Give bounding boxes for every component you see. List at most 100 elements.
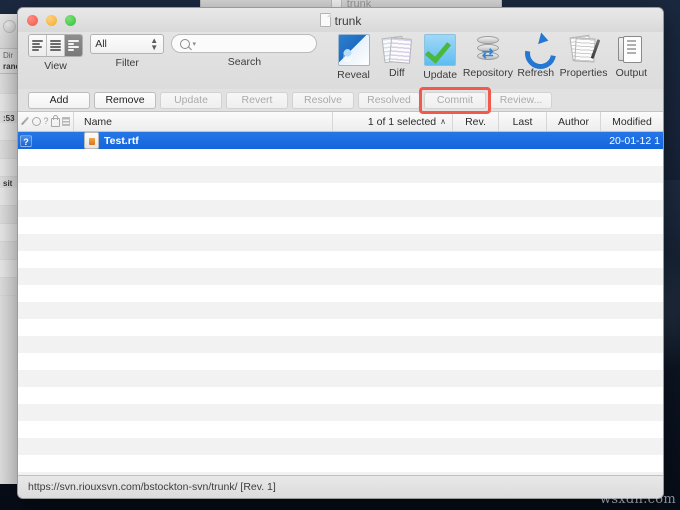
toolbar-label-view: View bbox=[44, 60, 67, 72]
minimize-button-icon[interactable] bbox=[46, 14, 57, 26]
view-mode-flat-icon[interactable] bbox=[29, 35, 47, 56]
table-row-empty[interactable] bbox=[18, 200, 663, 217]
unversioned-status-icon: ? bbox=[20, 134, 32, 147]
table-row-empty[interactable] bbox=[18, 438, 663, 455]
table-row-empty[interactable] bbox=[18, 353, 663, 370]
lock-icon bbox=[50, 115, 60, 127]
unknown-icon: ? bbox=[43, 116, 49, 126]
compact-list-icon bbox=[50, 40, 61, 51]
toolbar-button-update[interactable]: Update bbox=[418, 34, 461, 81]
table-row-empty[interactable] bbox=[18, 251, 663, 268]
remove-button[interactable]: Remove bbox=[94, 91, 156, 109]
table-row-empty[interactable] bbox=[18, 370, 663, 387]
properties-icon bbox=[568, 34, 600, 64]
row-name-cell: Test.rtf bbox=[74, 132, 333, 149]
diff-icon bbox=[381, 34, 412, 64]
table-row-empty[interactable] bbox=[18, 472, 663, 475]
pencil-icon bbox=[21, 117, 30, 126]
column-header-modified[interactable]: Modified bbox=[601, 112, 663, 131]
repository-icon: ⇄ bbox=[473, 34, 503, 64]
detail-list-icon bbox=[68, 40, 79, 51]
view-mode-compact-icon[interactable] bbox=[47, 35, 65, 56]
repository-url-label: https://svn.riouxsvn.com/bstockton-svn/t… bbox=[28, 481, 276, 493]
versions-main-window: trunk View All ▲ ▼ Filter ▾ Search Revea… bbox=[17, 7, 664, 499]
toolbar-label-repository: Repository bbox=[462, 67, 514, 79]
column-header-author-label: Author bbox=[558, 115, 589, 128]
table-row-empty[interactable] bbox=[18, 302, 663, 319]
toolbar-label-diff: Diff bbox=[389, 67, 405, 79]
toolbar-label-search: Search bbox=[227, 56, 262, 68]
action-button-row: Add Remove Update Revert Resolve Resolve… bbox=[18, 86, 663, 114]
toolbar-label-update: Update bbox=[423, 69, 458, 81]
filter-select-value: All bbox=[95, 38, 107, 50]
flat-list-icon bbox=[32, 40, 43, 51]
toolbar-button-refresh[interactable]: Refresh bbox=[514, 31, 562, 79]
column-header-rev-label: Rev. bbox=[465, 115, 486, 128]
window-title: trunk bbox=[18, 12, 663, 28]
sort-ascending-icon: ∧ bbox=[440, 117, 446, 126]
chevron-down-icon: ▾ bbox=[192, 40, 196, 48]
toolbar-group-view: View bbox=[28, 34, 83, 72]
database-cylinder-icon: ⇄ bbox=[476, 36, 499, 62]
refresh-icon bbox=[518, 31, 562, 76]
table-row-empty[interactable] bbox=[18, 336, 663, 353]
table-row-empty[interactable] bbox=[18, 285, 663, 302]
commit-button[interactable]: Commit bbox=[424, 91, 486, 109]
table-row[interactable]: ? Test.rtf 20-01-12 1 bbox=[18, 132, 663, 149]
row-status-cell: ? bbox=[18, 134, 74, 147]
update-button[interactable]: Update bbox=[160, 91, 222, 109]
search-icon bbox=[180, 38, 191, 49]
toolbar-button-diff[interactable]: Diff bbox=[375, 34, 418, 79]
sync-zigzag-icon: ⇄ bbox=[481, 45, 494, 61]
toolbar-label-output: Output bbox=[615, 67, 648, 79]
table-row-empty[interactable] bbox=[18, 217, 663, 234]
chevron-updown-icon: ▲ ▼ bbox=[150, 36, 159, 52]
toolbar-button-reveal[interactable]: Reveal bbox=[332, 34, 375, 81]
diff-page-b-icon bbox=[388, 37, 412, 64]
table-row-empty[interactable] bbox=[18, 268, 663, 285]
toolbar-button-properties[interactable]: Properties bbox=[557, 34, 609, 79]
table-row-empty[interactable] bbox=[18, 149, 663, 166]
rtf-file-icon bbox=[84, 132, 99, 149]
table-row-empty[interactable] bbox=[18, 455, 663, 472]
filter-select[interactable]: All ▲ ▼ bbox=[90, 34, 165, 54]
table-row-empty[interactable] bbox=[18, 387, 663, 404]
zoom-button-icon[interactable] bbox=[65, 14, 76, 26]
toolbar-label-properties: Properties bbox=[559, 67, 608, 79]
row-file-name: Test.rtf bbox=[104, 134, 139, 147]
add-button[interactable]: Add bbox=[28, 91, 90, 109]
resolved-button[interactable]: Resolved bbox=[358, 91, 420, 109]
close-button-icon[interactable] bbox=[27, 14, 38, 26]
conflict-icon bbox=[32, 117, 42, 126]
column-header-last[interactable]: Last bbox=[499, 112, 547, 131]
table-row-empty[interactable] bbox=[18, 166, 663, 183]
file-list[interactable]: ? Test.rtf 20-01-12 1 bbox=[18, 132, 663, 475]
status-bar: https://svn.riouxsvn.com/bstockton-svn/t… bbox=[18, 475, 663, 498]
toolbar-group-filter: All ▲ ▼ Filter bbox=[90, 34, 165, 69]
toolbar-label-reveal: Reveal bbox=[337, 69, 370, 81]
toolbar-button-output[interactable]: Output bbox=[610, 34, 653, 79]
table-row-empty[interactable] bbox=[18, 421, 663, 438]
update-icon bbox=[424, 34, 457, 66]
search-input[interactable]: ▾ bbox=[171, 34, 318, 53]
traffic-light-group bbox=[27, 14, 76, 26]
column-header-flags[interactable]: ? bbox=[18, 112, 74, 131]
resolve-button[interactable]: Resolve bbox=[292, 91, 354, 109]
column-header-author[interactable]: Author bbox=[547, 112, 601, 131]
review-button[interactable]: Review... bbox=[490, 91, 552, 109]
row-modified-cell: 20-01-12 1 bbox=[609, 134, 660, 147]
file-list-empty-rows bbox=[18, 149, 663, 475]
view-mode-segmented-control[interactable] bbox=[28, 34, 83, 57]
folder-document-icon bbox=[319, 12, 331, 27]
table-row-empty[interactable] bbox=[18, 404, 663, 421]
table-row-empty[interactable] bbox=[18, 234, 663, 251]
table-row-empty[interactable] bbox=[18, 319, 663, 336]
column-header-name[interactable]: Name bbox=[74, 112, 333, 131]
table-row-empty[interactable] bbox=[18, 183, 663, 200]
column-header-rev[interactable]: Rev. bbox=[453, 112, 499, 131]
revert-button[interactable]: Revert bbox=[226, 91, 288, 109]
toolbar-button-repository[interactable]: ⇄ Repository bbox=[462, 34, 514, 79]
view-mode-detail-icon[interactable] bbox=[65, 35, 82, 56]
column-header-selection-status: 1 of 1 selected ∧ bbox=[333, 112, 453, 131]
reveal-icon bbox=[337, 34, 370, 66]
